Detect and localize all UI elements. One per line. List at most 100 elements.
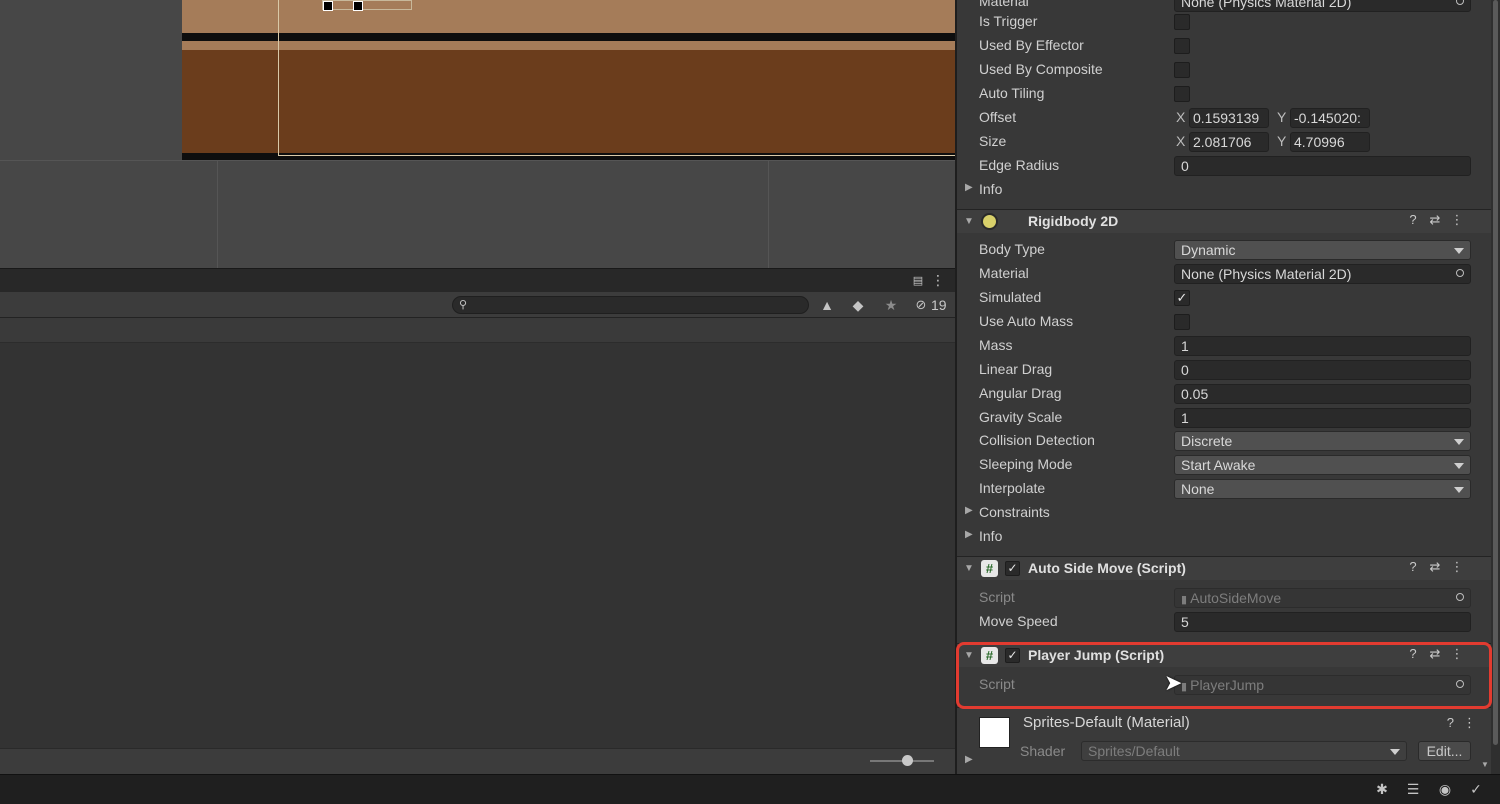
visibility-icon[interactable]: ◉ [1435,780,1455,798]
gravity-scale-field[interactable]: 1 [1174,408,1471,428]
constraints-foldout[interactable]: ▶ Constraints [957,501,1487,525]
field-label: Mass [979,337,1013,353]
hidden-count: 19 [931,297,947,313]
field-label: Angular Drag [979,385,1062,401]
scene-view[interactable] [0,0,955,268]
layers-icon[interactable]: ☰ [1403,780,1423,798]
linear-drag-field[interactable]: 0 [1174,360,1471,380]
simulated-checkbox[interactable]: ✓ [1174,290,1190,306]
debug-bug-icon[interactable]: ✱ [1372,780,1392,798]
hidden-packages-icon[interactable]: ⊘ [912,296,930,314]
field-label: Material [979,265,1029,281]
script-name: AutoSideMove [1190,590,1282,606]
scrollbar-thumb[interactable] [1493,0,1498,745]
use-auto-mass-checkbox[interactable] [1174,314,1190,330]
grid-line [0,160,955,161]
field-label: Gravity Scale [979,409,1063,425]
offset-y-field[interactable]: -0.145020: [1290,108,1370,128]
auto-side-move-header[interactable]: ▼ # ✓ Auto Side Move (Script) ? ⇄ ⋮ [957,556,1500,580]
lock-icon[interactable]: ▤ [910,272,926,290]
used-by-effector-checkbox[interactable] [1174,38,1190,54]
used-by-effector-row: Used By Effector [957,34,1487,58]
component-menu-icon[interactable]: ⋮ [1446,212,1468,228]
foldout-label: Info [979,528,1003,544]
field-label: Size [979,133,1007,149]
used-by-composite-row: Used By Composite [957,58,1487,82]
field-label: Collision Detection [979,432,1095,448]
collapse-arrow-icon[interactable]: ▼ [964,216,974,227]
component-title: Rigidbody 2D [1028,213,1119,229]
axis-x-label[interactable]: X [1176,133,1185,149]
foldout-arrow-icon: ▶ [965,505,973,516]
field-label: Material [979,0,1029,9]
foldout-arrow-icon[interactable]: ▶ [965,754,973,765]
interpolate-dropdown[interactable]: None [1174,479,1471,499]
component-menu-icon[interactable]: ⋮ [1463,715,1476,731]
mass-row: Mass 1 [957,334,1487,358]
script-field[interactable]: ▮ AutoSideMove [1174,588,1471,608]
rigidbody-icon [981,213,998,230]
axis-y-label[interactable]: Y [1277,109,1286,125]
move-speed-field[interactable]: 5 [1174,612,1471,632]
angular-drag-field[interactable]: 0.05 [1174,384,1471,404]
sleeping-mode-dropdown[interactable]: Start Awake [1174,455,1471,475]
auto-tiling-row: Auto Tiling [957,82,1487,106]
used-by-composite-checkbox[interactable] [1174,62,1190,78]
collider-info-foldout[interactable]: ▶ Info [957,178,1487,202]
material-title: Sprites-Default (Material) [1023,714,1190,731]
axis-x-label[interactable]: X [1176,109,1185,125]
check-circle-icon[interactable]: ✓ [1466,780,1486,798]
project-content-area[interactable] [0,343,955,748]
icon-size-slider-handle[interactable] [902,755,913,766]
size-y-field[interactable]: 4.70996 [1290,132,1370,152]
component-header-icons: ? ⇄ ⋮ [1402,212,1468,228]
rigidbody-info-foldout[interactable]: ▶ Info [957,525,1487,549]
field-label: Sleeping Mode [979,456,1073,472]
field-label: Move Speed [979,613,1058,629]
rigidbody-2d-header[interactable]: ▼ Rigidbody 2D ? ⇄ ⋮ [957,209,1500,233]
search-input[interactable]: ⚲ [452,296,809,314]
field-label: Edge Radius [979,157,1060,173]
is-trigger-checkbox[interactable] [1174,14,1190,30]
shader-dropdown[interactable]: Sprites/Default [1081,741,1407,761]
component-enabled-checkbox[interactable]: ✓ [1005,561,1020,576]
favorite-star-icon[interactable]: ★ [882,296,900,314]
foldout-label: Constraints [979,504,1050,520]
auto-tiling-checkbox[interactable] [1174,86,1190,102]
field-label: Offset [979,109,1017,125]
mass-field[interactable]: 1 [1174,336,1471,356]
component-title: Auto Side Move (Script) [1028,560,1186,576]
angular-drag-row: Angular Drag 0.05 [957,382,1487,406]
body-type-dropdown[interactable]: Dynamic [1174,240,1471,260]
collision-detection-dropdown[interactable]: Discrete [1174,431,1471,451]
size-row: Size X 2.081706 Y 4.70996 [957,130,1487,154]
help-icon[interactable]: ? [1447,715,1454,730]
axis-y-label[interactable]: Y [1277,133,1286,149]
offset-x-field[interactable]: 0.1593139 [1189,108,1269,128]
size-x-field[interactable]: 2.081706 [1189,132,1269,152]
presets-icon[interactable]: ⇄ [1424,559,1446,575]
help-icon[interactable]: ? [1402,559,1424,574]
component-menu-icon[interactable]: ⋮ [1446,559,1468,575]
collision-detection-row: Collision Detection Discrete [957,429,1487,453]
edge-radius-field[interactable]: 0 [1174,156,1471,176]
scroll-down-arrow-icon[interactable]: ▼ [1481,760,1489,769]
presets-icon[interactable]: ⇄ [1424,212,1446,228]
more-menu-icon[interactable]: ⋮ [930,271,946,289]
help-icon[interactable]: ? [1402,212,1424,227]
field-label: Linear Drag [979,361,1053,377]
foldout-arrow-icon: ▶ [965,182,973,193]
auto-side-move-script-row: Script ▮ AutoSideMove [957,586,1487,610]
filter-by-type-icon[interactable]: ▲ [818,296,836,314]
filter-by-label-icon[interactable]: ◆ [849,296,867,314]
player-sprite[interactable] [322,0,412,11]
collapse-arrow-icon[interactable]: ▼ [964,563,974,574]
material-preview[interactable] [979,717,1010,748]
mouse-cursor-icon: ➤ [1164,670,1183,695]
search-icon: ⚲ [458,299,468,311]
field-label: Used By Composite [979,61,1103,77]
body-type-row: Body Type Dynamic [957,238,1487,262]
rb-material-field[interactable]: None (Physics Material 2D) [1174,264,1471,284]
gravity-scale-row: Gravity Scale 1 [957,406,1487,430]
edit-shader-button[interactable]: Edit... [1418,741,1471,761]
